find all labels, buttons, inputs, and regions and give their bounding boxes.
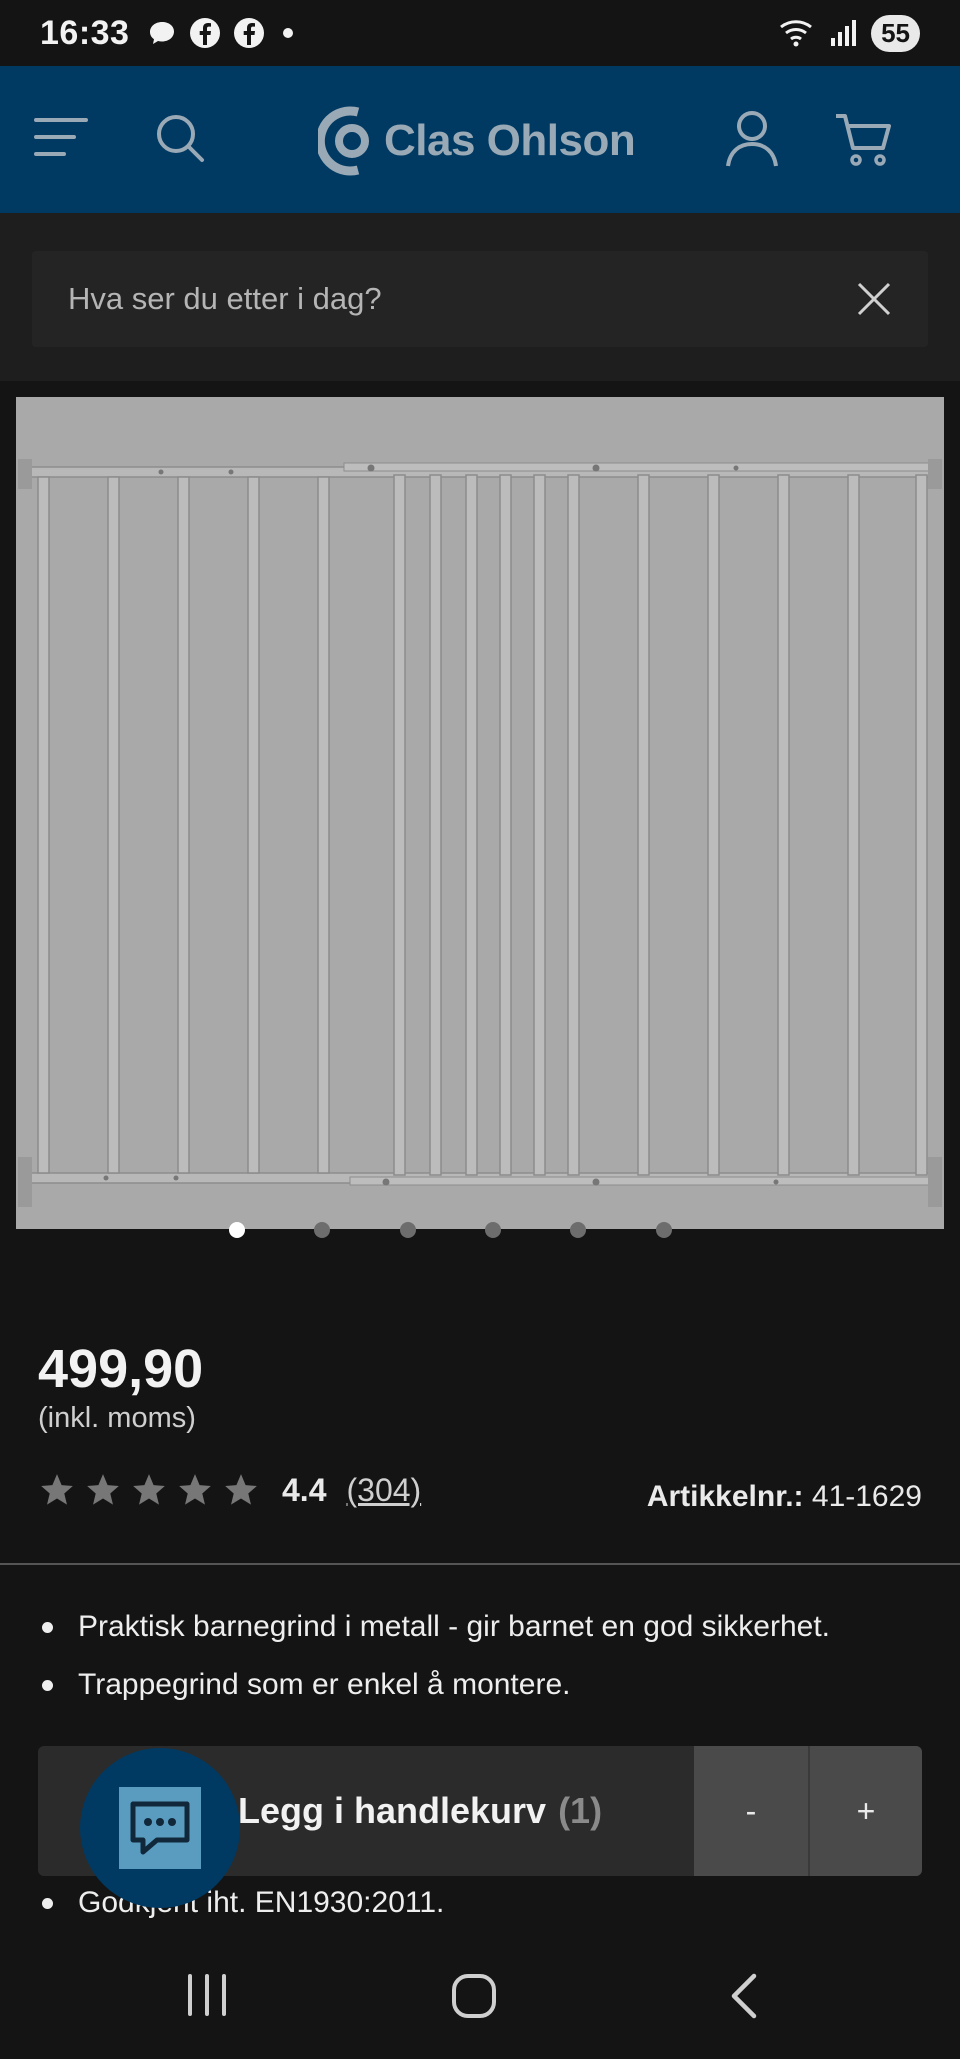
- product-price: 499,90: [38, 1339, 204, 1399]
- carousel-dot-6[interactable]: [656, 1222, 672, 1238]
- article-number-label: Artikkelnr.:: [646, 1480, 804, 1513]
- carousel-dot-5[interactable]: [570, 1222, 586, 1238]
- star-icon: [41, 1474, 73, 1505]
- chat-icon-frame: [119, 1787, 201, 1869]
- search-section: Hva ser du etter i dag?: [0, 213, 960, 381]
- back-icon[interactable]: [726, 1972, 762, 2020]
- search-input[interactable]: Hva ser du etter i dag?: [32, 251, 928, 347]
- carousel-dot-1[interactable]: [229, 1222, 245, 1238]
- quantity-decrease-button[interactable]: -: [694, 1746, 808, 1876]
- cart-icon[interactable]: [834, 112, 892, 168]
- section-divider: [0, 1563, 960, 1565]
- dot-icon: [283, 28, 294, 38]
- status-time: 16:33: [40, 13, 130, 52]
- quantity-increase-button[interactable]: +: [808, 1746, 922, 1876]
- list-item: Praktisk barnegrind i metall - gir barne…: [38, 1606, 918, 1648]
- facebook-icon: [234, 18, 265, 48]
- list-item: Godkjent iht. EN1930:2011.: [38, 1882, 444, 1924]
- wifi-icon: [780, 20, 813, 47]
- clas-ohlson-logo-icon: [318, 106, 369, 176]
- rating-value: 4.4: [282, 1471, 327, 1508]
- home-icon[interactable]: [450, 1972, 498, 2020]
- facebook-icon: [190, 18, 221, 48]
- cart-quantity-count: (1): [558, 1790, 603, 1831]
- vat-note: (inkl. moms): [38, 1402, 196, 1434]
- status-bar: 16:33 55: [0, 0, 960, 66]
- add-to-cart-label: Legg i handlekurv: [238, 1790, 547, 1831]
- chat-bubble-icon: [150, 22, 175, 44]
- search-placeholder: Hva ser du etter i dag?: [68, 281, 382, 316]
- signal-icon: [831, 20, 857, 46]
- site-header: Clas Ohlson: [0, 66, 960, 213]
- brand-logo[interactable]: Clas Ohlson: [318, 106, 636, 176]
- article-number: Artikkelnr.: 41-1629: [647, 1480, 922, 1514]
- review-count-link[interactable]: (304): [346, 1472, 421, 1509]
- carousel-dot-2[interactable]: [314, 1222, 330, 1238]
- chat-icon: [130, 1801, 190, 1855]
- search-icon[interactable]: [154, 112, 206, 164]
- rating-row[interactable]: 4.4 (304): [38, 1465, 421, 1515]
- system-icons: 55: [777, 14, 920, 52]
- close-icon[interactable]: [856, 281, 892, 317]
- image-carousel-dots: [0, 1222, 960, 1242]
- notification-icons: [147, 17, 294, 49]
- product-image[interactable]: [16, 397, 944, 1229]
- chat-button[interactable]: [80, 1748, 240, 1908]
- baby-gate-image: [16, 397, 944, 1229]
- system-navigation-bar: [0, 1930, 960, 2059]
- star-icon: [133, 1474, 165, 1505]
- account-icon[interactable]: [725, 110, 779, 168]
- menu-icon[interactable]: [34, 116, 88, 158]
- star-icon: [87, 1474, 119, 1505]
- star-icon: [179, 1474, 211, 1505]
- list-item: Trappegrind som er enkel å montere.: [38, 1664, 918, 1706]
- product-features-list: Praktisk barnegrind i metall - gir barne…: [38, 1606, 918, 1722]
- battery-indicator: 55: [871, 14, 920, 52]
- carousel-dot-4[interactable]: [485, 1222, 501, 1238]
- article-number-value: 41-1629: [811, 1480, 922, 1513]
- recent-apps-icon[interactable]: [184, 1972, 230, 2018]
- star-icon: [225, 1474, 257, 1505]
- brand-name: Clas Ohlson: [384, 116, 636, 165]
- carousel-dot-3[interactable]: [400, 1222, 416, 1238]
